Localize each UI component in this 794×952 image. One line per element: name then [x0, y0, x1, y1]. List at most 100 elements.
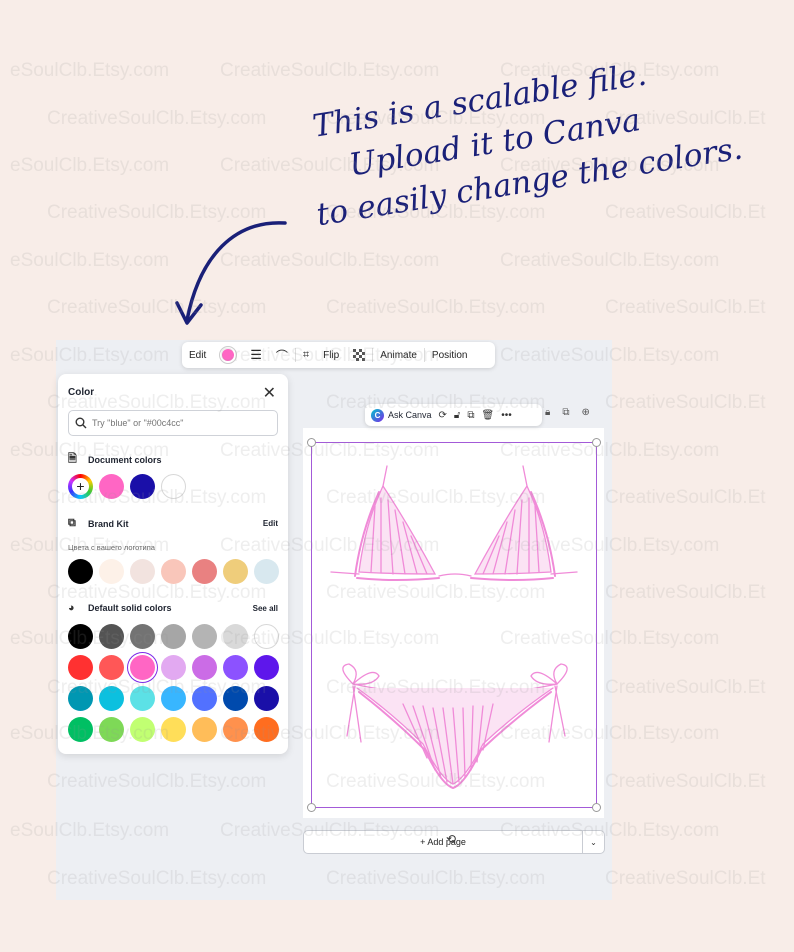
watermark-text: CreativeSoulClb.Et [605, 202, 766, 223]
color-search[interactable] [68, 410, 278, 436]
default-color-swatch[interactable] [254, 717, 279, 742]
ask-canva-bar: C Ask Canva ⟳ 🔓︎ ⧉ 🗑︎ ••• [365, 404, 542, 426]
pointer-arrow-icon [175, 221, 287, 325]
brand-color-swatch[interactable] [254, 559, 279, 584]
palette-icon: ◕ [68, 602, 75, 614]
corner-rounding-icon[interactable]: ⌒ [269, 342, 295, 368]
default-color-swatch[interactable] [99, 717, 124, 742]
add-page-button[interactable]: + Add page [303, 830, 583, 854]
selection-box[interactable] [311, 442, 597, 808]
document-color-swatch[interactable] [161, 474, 186, 499]
page-duplicate-icon[interactable]: ⧉ [562, 407, 569, 418]
resize-handle[interactable] [592, 438, 601, 447]
default-color-swatch[interactable] [99, 624, 124, 649]
brand-color-swatch[interactable] [192, 559, 217, 584]
brand-color-swatch[interactable] [130, 559, 155, 584]
flip-button[interactable]: Flip [316, 342, 346, 368]
document-color-swatch[interactable] [99, 474, 124, 499]
lock-icon[interactable]: 🔓︎ [454, 410, 460, 421]
resize-handle[interactable] [592, 803, 601, 812]
watermark-text: CreativeSoulClb.Et [605, 392, 766, 413]
default-color-swatch[interactable] [161, 686, 186, 711]
brand-kit-edit-button[interactable]: Edit [263, 519, 278, 528]
default-color-swatch[interactable] [223, 717, 248, 742]
default-color-swatch[interactable] [254, 624, 279, 649]
default-color-swatch[interactable] [161, 624, 186, 649]
watermark-text: CreativeSoulClb.Etsy.com [220, 60, 440, 81]
default-colors-label: Default solid colors [88, 603, 172, 613]
add-color-button[interactable]: + [68, 474, 93, 499]
document-colors-header: 🗎 Document colors [68, 450, 278, 469]
brand-color-swatch[interactable] [99, 559, 124, 584]
edit-button[interactable]: Edit [182, 342, 213, 368]
page-add-icon[interactable]: ⊕ [581, 407, 589, 418]
default-color-swatch[interactable] [192, 655, 217, 680]
default-color-swatch[interactable] [161, 655, 186, 680]
default-colors-row [68, 717, 279, 742]
default-color-swatch[interactable] [99, 686, 124, 711]
color-panel: Color ✕ 🗎 Document colors + ⧉ Brand Kit … [58, 374, 288, 754]
default-color-swatch[interactable] [130, 655, 155, 680]
rotate-icon[interactable]: ⟲ [446, 832, 456, 846]
watermark-text: CreativeSoulClb.Et [605, 868, 766, 889]
watermark-text: CreativeSoulClb.Etsy.com [500, 250, 720, 271]
default-color-swatch[interactable] [68, 717, 93, 742]
trash-icon[interactable]: 🗑︎ [482, 410, 495, 421]
ask-canva-button[interactable]: Ask Canva [388, 410, 432, 420]
brand-kit-sublabel: Цвета с вашего логотипа [68, 543, 155, 552]
transparency-icon[interactable] [346, 342, 372, 368]
watermark-text: eSoulClb.Etsy.com [10, 250, 170, 271]
watermark-text: CreativeSoulClb.Et [605, 582, 766, 603]
watermark-text: eSoulClb.Etsy.com [10, 60, 170, 81]
resize-handle[interactable] [307, 803, 316, 812]
position-button[interactable]: Position [425, 342, 475, 368]
default-colors-row [68, 624, 279, 649]
default-color-swatch[interactable] [130, 624, 155, 649]
refresh-icon[interactable]: ⟳ [439, 410, 447, 421]
brand-color-swatch[interactable] [223, 559, 248, 584]
default-color-swatch[interactable] [99, 655, 124, 680]
default-color-swatch[interactable] [254, 655, 279, 680]
page-tools: 🔒︎ ⧉ ⊕ [545, 407, 590, 418]
watermark-text: CreativeSoulClb.Et [605, 677, 766, 698]
headline: This is a scalable file. Upload it to Ca… [280, 43, 745, 241]
duplicate-icon[interactable]: ⧉ [467, 410, 474, 421]
brand-kit-icon: ⧉ [68, 517, 76, 529]
document-palette-icon: 🗎 [68, 453, 77, 465]
default-color-swatch[interactable] [68, 655, 93, 680]
default-color-swatch[interactable] [192, 717, 217, 742]
brand-color-swatch[interactable] [68, 559, 93, 584]
document-color-swatch[interactable] [130, 474, 155, 499]
default-color-swatch[interactable] [68, 624, 93, 649]
add-page-chevron-icon[interactable]: ⌄ [583, 830, 605, 854]
default-color-swatch[interactable] [223, 624, 248, 649]
default-color-swatch[interactable] [223, 686, 248, 711]
more-icon[interactable]: ••• [501, 410, 512, 421]
crop-icon[interactable]: ⌗ [296, 342, 316, 368]
line-weight-icon[interactable]: ☰ [243, 342, 269, 368]
page-lock-icon[interactable]: 🔒︎ [545, 407, 550, 418]
brand-colors-row [68, 559, 279, 584]
default-color-swatch[interactable] [130, 686, 155, 711]
canva-ai-icon: C [371, 408, 384, 422]
default-color-swatch[interactable] [161, 717, 186, 742]
brand-color-swatch[interactable] [161, 559, 186, 584]
element-toolbar: Edit ☰ ⌒ ⌗ Flip Animate Position [182, 342, 495, 368]
brand-kit-header: ⧉ Brand Kit Edit [68, 517, 278, 530]
animate-button[interactable]: Animate [373, 342, 424, 368]
resize-handle[interactable] [307, 438, 316, 447]
default-color-swatch[interactable] [192, 624, 217, 649]
watermark-text: CreativeSoulClb.Et [605, 771, 766, 792]
color-search-input[interactable] [92, 418, 262, 428]
color-button[interactable] [213, 342, 243, 368]
default-color-swatch[interactable] [223, 655, 248, 680]
document-colors-label: Document colors [88, 454, 162, 465]
default-color-swatch[interactable] [254, 686, 279, 711]
default-color-swatch[interactable] [68, 686, 93, 711]
watermark-text: CreativeSoulClb.Etsy.com [326, 297, 546, 318]
default-color-swatch[interactable] [192, 686, 217, 711]
watermark-text: CreativeSoulClb.Etsy.com [47, 108, 267, 129]
default-color-swatch[interactable] [130, 717, 155, 742]
see-all-link[interactable]: See all [253, 604, 278, 613]
close-icon[interactable]: ✕ [263, 383, 276, 403]
